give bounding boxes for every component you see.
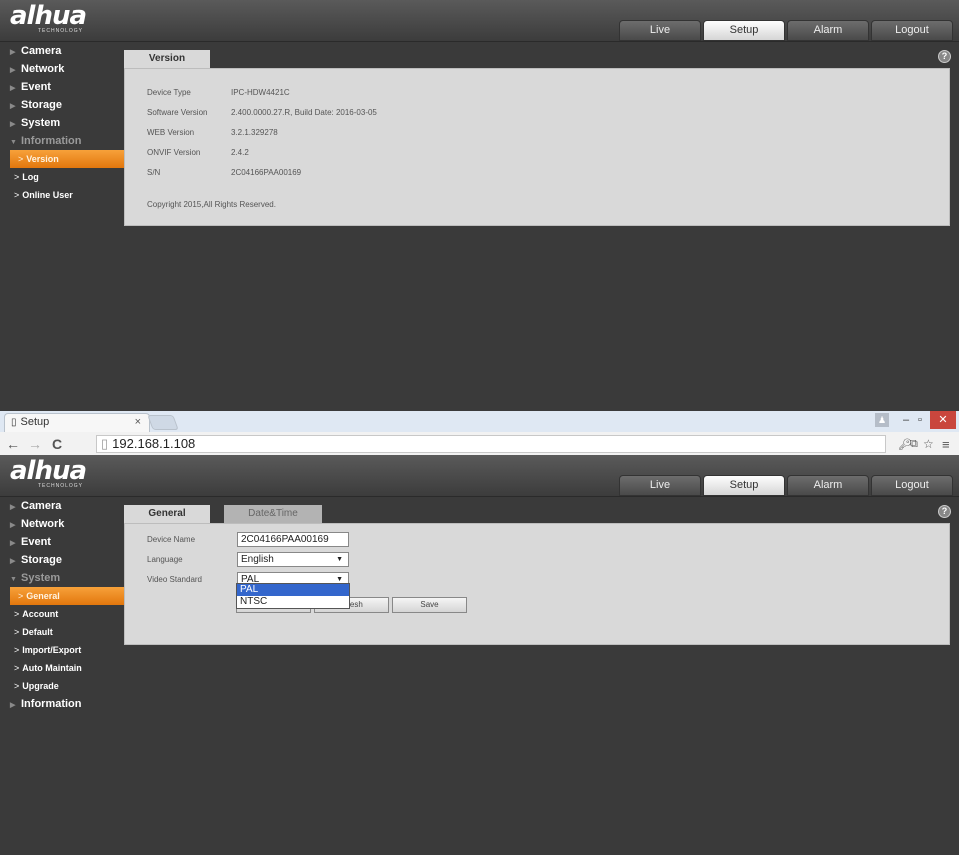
chevron-right-icon: > — [18, 154, 24, 164]
content-tabbar: Version — [124, 50, 224, 68]
chevron-right-icon: > — [14, 190, 20, 200]
sidebar-item-storage[interactable]: ▶ Storage — [0, 96, 124, 114]
device-name-input[interactable]: 2C04166PAA00169 — [237, 531, 349, 547]
menu-icon[interactable]: ≡ — [942, 437, 950, 452]
info-row-onvif-version: ONVIF Version 2.4.2 — [147, 147, 249, 157]
main-nav: Live Setup Alarm Logout — [619, 475, 953, 496]
info-row-device-type: Device Type IPC-HDW4421C — [147, 87, 290, 97]
sidebar-sub-log[interactable]: > Log — [0, 168, 124, 186]
sidebar-sub-general[interactable]: > General — [10, 587, 124, 605]
reload-icon[interactable]: C — [52, 436, 62, 452]
chevron-right-icon: > — [14, 645, 20, 655]
triangle-down-icon: ▼ — [10, 139, 17, 146]
page-icon: ▯ — [11, 417, 17, 428]
close-tab-icon[interactable]: × — [135, 414, 141, 431]
sidebar-item-camera[interactable]: ▶ Camera — [0, 497, 124, 515]
sidebar-sub-auto-maintain[interactable]: > Auto Maintain — [0, 659, 124, 677]
nav-tab-logout[interactable]: Logout — [871, 475, 953, 496]
dahua-logo: alhua TECHNOLOGY — [10, 1, 87, 34]
sidebar-item-system[interactable]: ▼ System — [0, 569, 124, 587]
sidebar-sub-default[interactable]: > Default — [0, 623, 124, 641]
chevron-right-icon: > — [14, 609, 20, 619]
translate-icon[interactable]: ⧉ — [910, 438, 918, 451]
general-page-panel: alhua TECHNOLOGY Live Setup Alarm Logout… — [0, 455, 959, 855]
chevron-right-icon: > — [14, 663, 20, 673]
sidebar-item-system[interactable]: ▶ System — [0, 114, 124, 132]
back-icon[interactable]: ← — [6, 436, 20, 452]
browser-tab-strip: ▯ Setup × ♟ – ▫ ✕ — [0, 411, 959, 432]
sidebar-sub-version[interactable]: > Version — [10, 150, 124, 168]
nav-tab-live[interactable]: Live — [619, 475, 701, 496]
content-tabbar: General Date&Time — [124, 505, 336, 523]
sidebar-item-event[interactable]: ▶ Event — [0, 533, 124, 551]
sidebar-item-network[interactable]: ▶ Network — [0, 515, 124, 533]
tab-general[interactable]: General — [124, 505, 210, 523]
form-row-device-name: Device Name 2C04166PAA00169 — [125, 529, 949, 549]
app-header: alhua TECHNOLOGY Live Setup Alarm Logout — [0, 0, 959, 42]
user-icon[interactable]: ♟ — [875, 413, 889, 427]
sidebar-sub-import-export[interactable]: > Import/Export — [0, 641, 124, 659]
save-button[interactable]: Save — [392, 597, 467, 613]
main-nav: Live Setup Alarm Logout — [619, 20, 953, 41]
forward-icon[interactable]: → — [28, 436, 42, 452]
nav-tab-setup[interactable]: Setup — [703, 475, 785, 496]
app-header: alhua TECHNOLOGY Live Setup Alarm Logout — [0, 455, 959, 497]
sidebar-item-storage[interactable]: ▶ Storage — [0, 551, 124, 569]
sidebar-item-information[interactable]: ▶ Information — [0, 695, 124, 713]
nav-tab-setup[interactable]: Setup — [703, 20, 785, 41]
new-tab-button[interactable] — [147, 415, 179, 430]
triangle-right-icon: ▶ — [10, 702, 16, 709]
info-row-web-version: WEB Version 3.2.1.329278 — [147, 127, 278, 137]
nav-tab-live[interactable]: Live — [619, 20, 701, 41]
dahua-logo: alhua TECHNOLOGY — [10, 456, 87, 489]
browser-chrome: ▯ Setup × ♟ – ▫ ✕ ← → C ▯ 192.168.1.108 🔑︎… — [0, 411, 959, 455]
info-row-serial-number: S/N 2C04166PAA00169 — [147, 167, 302, 177]
form-row-language: Language English ▼ — [125, 549, 949, 569]
star-icon[interactable]: ☆ — [923, 437, 934, 451]
address-bar[interactable]: ▯ 192.168.1.108 — [96, 435, 886, 453]
address-row: ← → C ▯ 192.168.1.108 🔑︎ ⧉ ☆ ≡ — [0, 433, 959, 455]
copyright-text: Copyright 2015,All Rights Reserved. — [147, 199, 276, 209]
nav-tab-logout[interactable]: Logout — [871, 20, 953, 41]
sidebar-sub-upgrade[interactable]: > Upgrade — [0, 677, 124, 695]
version-page-panel: alhua TECHNOLOGY Live Setup Alarm Logout… — [0, 0, 959, 411]
help-icon[interactable]: ? — [938, 50, 951, 63]
sidebar-item-network[interactable]: ▶ Network — [0, 60, 124, 78]
close-window-icon[interactable]: ✕ — [930, 411, 956, 429]
video-standard-dropdown: PAL NTSC — [236, 583, 350, 609]
help-icon[interactable]: ? — [938, 505, 951, 518]
sidebar: ▶ Camera ▶ Network ▶ Event ▶ Storage ▼ System… — [0, 497, 124, 713]
restore-icon[interactable]: ▫ — [912, 411, 928, 429]
sidebar-item-camera[interactable]: ▶ Camera — [0, 42, 124, 60]
chevron-right-icon: > — [14, 681, 20, 691]
nav-tab-alarm[interactable]: Alarm — [787, 20, 869, 41]
version-content: Device Type IPC-HDW4421C Software Version… — [124, 68, 950, 226]
nav-tab-alarm[interactable]: Alarm — [787, 475, 869, 496]
tab-version[interactable]: Version — [124, 50, 210, 68]
info-row-software-version: Software Version 2.400.0000.27.R, Build D… — [147, 107, 377, 117]
chevron-right-icon: > — [14, 627, 20, 637]
sidebar-sub-account[interactable]: > Account — [0, 605, 124, 623]
language-select[interactable]: English ▼ — [237, 551, 349, 567]
chevron-right-icon: > — [18, 591, 24, 601]
tab-date-time[interactable]: Date&Time — [224, 505, 322, 523]
sidebar-item-information[interactable]: ▼ Information — [0, 132, 124, 150]
option-ntsc[interactable]: NTSC — [237, 596, 349, 608]
sidebar-sub-online-user[interactable]: > Online User — [0, 186, 124, 204]
copyright-row: Copyright 2015,All Rights Reserved. — [125, 194, 949, 214]
sidebar-item-event[interactable]: ▶ Event — [0, 78, 124, 96]
option-pal[interactable]: PAL — [237, 584, 349, 596]
chevron-right-icon: > — [14, 172, 20, 182]
triangle-down-icon: ▼ — [10, 576, 17, 583]
caret-down-icon: ▼ — [336, 555, 343, 563]
browser-tab-setup[interactable]: ▯ Setup × — [4, 413, 150, 432]
sidebar: ▶ Camera ▶ Network ▶ Event ▶ Storage ▶ System… — [0, 42, 124, 204]
page-icon: ▯ — [101, 436, 109, 451]
